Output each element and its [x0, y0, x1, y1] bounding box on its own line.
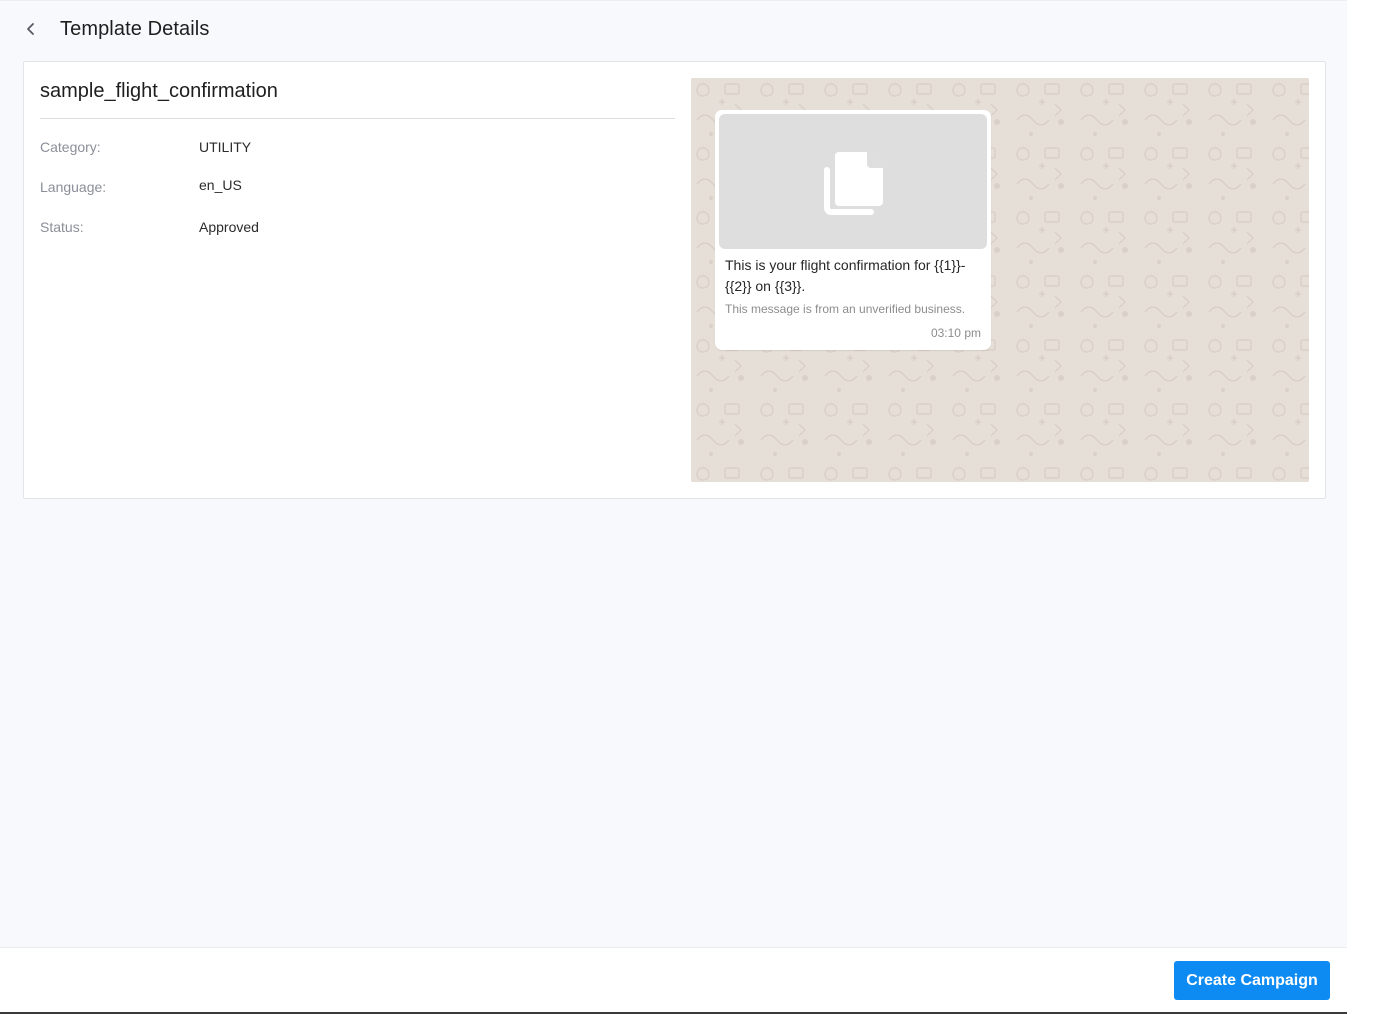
message-body-line-1: This is your flight confirmation for {{1… [725, 257, 966, 273]
status-label: Status: [40, 219, 84, 235]
create-campaign-button[interactable]: Create Campaign [1174, 961, 1330, 1000]
language-value: en_US [199, 177, 242, 193]
message-bubble: This is your flight confirmation for {{1… [715, 110, 991, 350]
status-row: Status: Approved [40, 219, 660, 239]
message-body: This is your flight confirmation for {{1… [725, 255, 983, 297]
message-footer: This message is from an unverified busin… [725, 302, 966, 316]
language-row: Language: en_US [40, 177, 660, 198]
top-divider [0, 0, 1347, 1]
back-button[interactable] [20, 18, 42, 40]
template-name: sample_flight_confirmation [40, 80, 278, 102]
language-label: Language: [40, 179, 107, 195]
document-header [719, 114, 987, 249]
message-body-line-2: {{2}} on {{3}}. [725, 278, 806, 294]
status-value: Approved [199, 219, 259, 235]
divider [40, 118, 675, 119]
chevron-left-icon [27, 23, 34, 35]
page-title: Template Details [60, 18, 210, 40]
message-preview: This is your flight confirmation for {{1… [691, 78, 1309, 482]
message-time: 03:10 pm [930, 326, 981, 340]
category-row: Category: UTILITY [40, 139, 660, 159]
category-label: Category: [40, 139, 101, 155]
page: Template Details sample_flight_confirmat… [0, 0, 1347, 1014]
document-icon [824, 151, 883, 215]
bottom-action-bar: Create Campaign [0, 947, 1347, 1014]
category-value: UTILITY [199, 139, 252, 155]
template-card: sample_flight_confirmation Category: UTI… [23, 61, 1326, 499]
